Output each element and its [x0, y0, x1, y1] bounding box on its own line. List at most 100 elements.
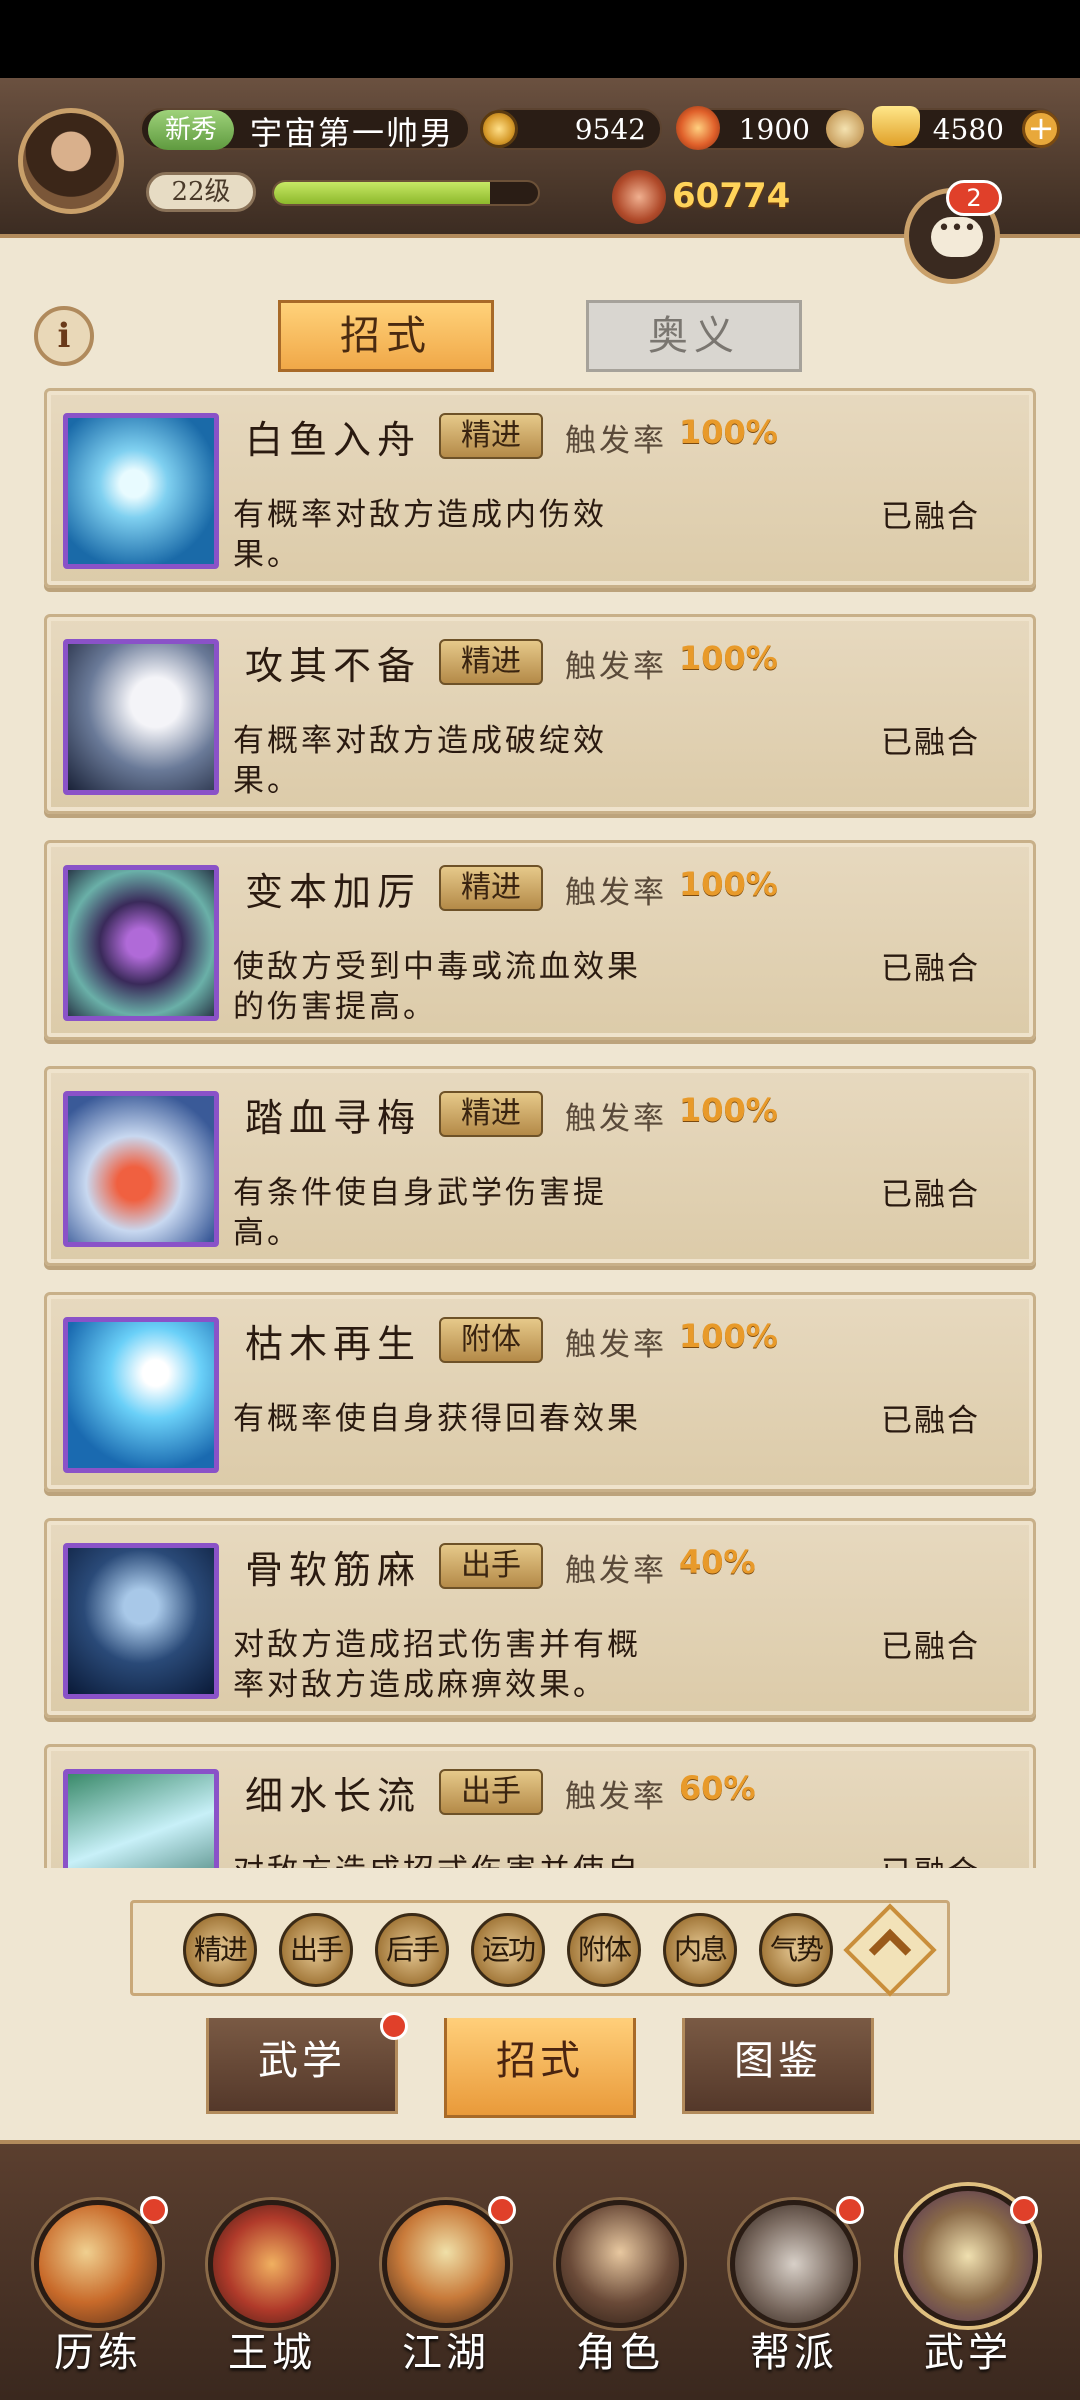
chat-unread-badge: 2	[946, 180, 1002, 216]
white-fish-icon	[63, 413, 219, 569]
nav-label: 角色	[576, 2330, 664, 2376]
rank-badge: 新秀	[148, 110, 234, 150]
filter-bar: 精进 出手 后手 运功 附体 内息 气势	[130, 1900, 950, 1997]
withered-tree-icon	[63, 1317, 219, 1473]
nav-item[interactable]: 王城	[192, 2200, 352, 2400]
fusion-status: 已融合	[881, 951, 980, 987]
fusion-status: 已融合	[881, 725, 980, 761]
skill-type-tag: 附体	[439, 1317, 543, 1363]
skill-type-tag: 精进	[439, 1091, 543, 1137]
skill-name: 枯木再生	[245, 1322, 422, 1366]
nav-item[interactable]: 历练	[18, 2196, 178, 2400]
subtab-codex[interactable]: 图鉴	[682, 2018, 874, 2114]
trigger-label: 触发率	[565, 423, 667, 459]
filter-button[interactable]: 运功	[471, 1913, 545, 1987]
ember-add-icon[interactable]	[826, 110, 864, 148]
avatar[interactable]	[18, 108, 124, 214]
status-bar	[0, 0, 1080, 78]
trigger-rate: 100%	[679, 1091, 778, 1129]
skill-card[interactable]: 变本加厉 精进 触发率 100% 使敌方受到中毒或流血效果的伤害提高。 已融合	[44, 840, 1036, 1040]
xp-bar	[272, 180, 540, 206]
plus-icon[interactable]: +	[1022, 110, 1060, 148]
skill-card[interactable]: 踏血寻梅 精进 触发率 100% 有条件使自身武学伤害提高。 已融合	[44, 1066, 1036, 1266]
subtab-martial[interactable]: 武学	[206, 2018, 398, 2114]
filter-button[interactable]: 后手	[375, 1913, 449, 1987]
player-name: 宇宙第一帅男	[250, 114, 455, 152]
xp-bar-fill	[274, 182, 491, 204]
skill-name: 攻其不备	[245, 644, 422, 688]
skill-description: 对敌方造成招式伤害并使自身获得回	[233, 1851, 653, 1868]
sword-strike-icon	[63, 639, 219, 795]
skill-description: 有条件使自身武学伤害提高。	[233, 1175, 607, 1251]
skill-description: 使敌方受到中毒或流血效果的伤害提高。	[233, 949, 641, 1025]
skill-type-tag: 出手	[439, 1543, 543, 1589]
trigger-rate: 100%	[679, 639, 778, 677]
skill-type-tag: 精进	[439, 865, 543, 911]
skill-card[interactable]: 枯木再生 附体 触发率 100% 有概率使自身获得回春效果 已融合	[44, 1292, 1036, 1492]
trigger-label: 触发率	[565, 1327, 667, 1363]
combat-power-value: 60774	[672, 176, 791, 216]
river-icon	[63, 1769, 219, 1868]
nav-item[interactable]: 帮派	[714, 2196, 874, 2400]
palace-icon	[208, 2200, 336, 2328]
filter-button[interactable]: 出手	[279, 1913, 353, 1987]
skill-name: 骨软筋麻	[245, 1548, 422, 1592]
skill-description: 有概率对敌方造成内伤效果。	[233, 497, 607, 573]
info-icon[interactable]: i	[34, 306, 94, 366]
skill-description: 有概率使自身获得回春效果	[233, 1401, 641, 1437]
skill-type-tag: 精进	[439, 413, 543, 459]
trigger-label: 触发率	[565, 1553, 667, 1589]
collapse-arrow-icon[interactable]	[843, 1903, 937, 1997]
character-icon	[556, 2200, 684, 2328]
gold-ingot-icon	[872, 106, 920, 146]
skill-name: 变本加厉	[245, 870, 422, 914]
filter-button[interactable]: 气势	[759, 1913, 833, 1987]
nav-label: 历练	[54, 2330, 142, 2376]
ember-icon	[676, 106, 720, 150]
tab-secrets[interactable]: 奥义	[586, 300, 802, 372]
coin-icon	[480, 110, 518, 148]
chat-bubble-icon: •••	[931, 217, 983, 257]
skill-description: 对敌方造成招式伤害并有概率对敌方造成麻痹效果。	[233, 1627, 641, 1703]
ember-value: 1900	[738, 112, 810, 146]
nav-item[interactable]: 角色	[540, 2200, 700, 2400]
fusion-status: 已融合	[881, 1403, 980, 1439]
nav-item[interactable]: 江湖	[366, 2196, 526, 2400]
trigger-label: 触发率	[565, 649, 667, 685]
nav-reddot	[140, 2196, 168, 2224]
nav-reddot	[488, 2196, 516, 2224]
fusion-status: 已融合	[881, 1847, 980, 1868]
nav-label: 武学	[924, 2330, 1012, 2376]
nav-label: 江湖	[402, 2330, 490, 2376]
skill-description: 有概率对敌方造成破绽效果。	[233, 723, 607, 799]
skill-card[interactable]: 骨软筋麻 出手 触发率 40% 对敌方造成招式伤害并有概率对敌方造成麻痹效果。 …	[44, 1518, 1036, 1718]
skill-name: 白鱼入舟	[245, 418, 422, 462]
fusion-status: 已融合	[881, 1629, 980, 1665]
filter-button[interactable]: 内息	[663, 1913, 737, 1987]
player-level: 22级	[146, 172, 256, 212]
skill-type-tag: 精进	[439, 639, 543, 685]
nav-item[interactable]: 武学	[888, 2186, 1048, 2400]
filter-button[interactable]: 附体	[567, 1913, 641, 1987]
fusion-status: 已融合	[881, 499, 980, 535]
trigger-rate: 100%	[679, 865, 778, 903]
skill-card[interactable]: 细水长流 出手 触发率 60% 对敌方造成招式伤害并使自身获得回 已融合	[44, 1744, 1036, 1868]
trigger-rate: 40%	[679, 1543, 756, 1581]
nav-reddot	[1010, 2196, 1038, 2224]
purple-vortex-icon	[63, 865, 219, 1021]
skill-type-tag: 出手	[439, 1769, 543, 1815]
skill-list[interactable]: 白鱼入舟 精进 触发率 100% 有概率对敌方造成内伤效果。 已融合 攻其不备 …	[44, 388, 1036, 1868]
nav-label: 帮派	[750, 2330, 838, 2376]
trigger-rate: 60%	[679, 1769, 756, 1807]
trigger-label: 触发率	[565, 1779, 667, 1815]
subtab-martial-reddot	[380, 2012, 408, 2040]
skill-card[interactable]: 白鱼入舟 精进 触发率 100% 有概率对敌方造成内伤效果。 已融合	[44, 388, 1036, 588]
subtab-moves[interactable]: 招式	[444, 2018, 636, 2118]
trigger-label: 触发率	[565, 1101, 667, 1137]
tab-moves[interactable]: 招式	[278, 300, 494, 372]
ingot-value: 4580	[932, 112, 1004, 146]
skill-card[interactable]: 攻其不备 精进 触发率 100% 有概率对敌方造成破绽效果。 已融合	[44, 614, 1036, 814]
filter-button[interactable]: 精进	[183, 1913, 257, 1987]
nav-label: 王城	[228, 2330, 316, 2376]
skill-name: 踏血寻梅	[245, 1096, 422, 1140]
